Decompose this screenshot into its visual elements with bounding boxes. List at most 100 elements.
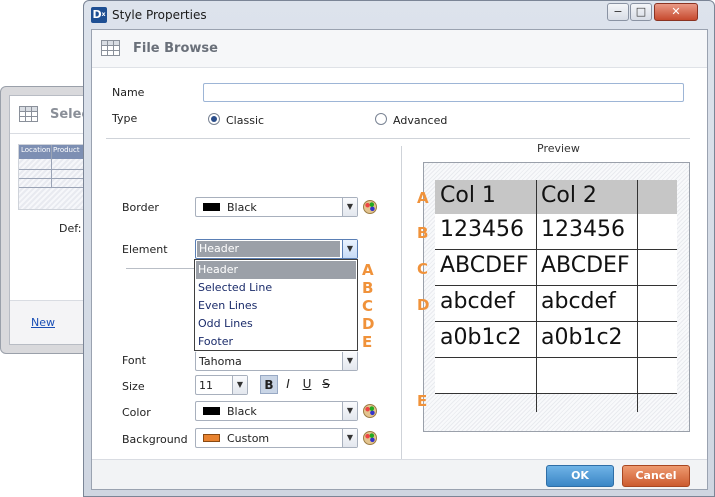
grid-icon (101, 40, 120, 56)
close-button[interactable]: ✕ (654, 3, 698, 21)
font-size-select[interactable]: 11 ▼ (195, 375, 248, 395)
size-label: Size (122, 380, 145, 393)
style-properties-dialog: Dx Style Properties − □ ✕ File Browse Na… (83, 0, 715, 497)
strikethrough-button[interactable]: S (317, 375, 335, 394)
background-preview-line (19, 169, 87, 170)
ok-button[interactable]: OK (546, 465, 614, 487)
background-window-footer: New (10, 300, 85, 344)
element-select-value: Header (197, 241, 340, 257)
preview-row (435, 358, 677, 394)
preview-title: Preview (537, 142, 580, 155)
preview-marker-d: D (417, 296, 430, 314)
advanced-radio-label[interactable]: Advanced (393, 114, 447, 127)
vertical-separator (401, 146, 402, 464)
background-preview: Location Product (18, 144, 88, 210)
background-label: Background (122, 433, 188, 446)
background-preview-line (19, 187, 87, 188)
preview-column-divider (637, 180, 638, 412)
preview-cell: Col 2 (541, 183, 597, 208)
preview-marker-e: E (417, 392, 428, 410)
dropdown-option-odd-lines[interactable]: Odd Lines (196, 315, 356, 333)
font-select-value: Tahoma (199, 355, 242, 368)
title-bar[interactable]: Dx Style Properties − □ ✕ (84, 1, 714, 29)
app-logo-icon: Dx (91, 7, 107, 23)
background-preview-divider (51, 145, 52, 187)
maximize-button[interactable]: □ (630, 3, 652, 21)
dropdown-option-header[interactable]: Header (196, 261, 356, 279)
advanced-radio[interactable] (375, 113, 387, 125)
underline-button[interactable]: U (298, 375, 316, 394)
header-title: File Browse (133, 41, 218, 56)
dialog-header: File Browse (92, 30, 707, 68)
text-color-value: Black (227, 405, 257, 418)
classic-radio[interactable] (208, 113, 220, 125)
italic-button[interactable]: I (279, 375, 297, 394)
background-def-text: Def: (59, 222, 82, 235)
marker-e: E (362, 333, 373, 351)
marker-a: A (362, 261, 374, 279)
border-color-swatch (203, 203, 220, 211)
preview-row: D abcdef abcdef (417, 286, 677, 322)
border-color-value: Black (227, 201, 257, 214)
app-logo-sub: x (101, 11, 106, 18)
background-color-swatch (203, 434, 220, 442)
color-label: Color (122, 406, 151, 419)
background-preview-col-location: Location (21, 146, 51, 154)
preview-cell: abcdef (541, 289, 616, 314)
preview-cell: ABCDEF (541, 253, 630, 278)
background-preview-line (19, 178, 87, 179)
palette-icon[interactable] (363, 404, 377, 418)
preview-marker-a: A (417, 189, 429, 207)
background-window-content: Selec Location Product Def: New (9, 95, 89, 345)
preview-cell: 123456 (440, 217, 524, 242)
type-label: Type (112, 112, 138, 125)
chevron-down-icon[interactable]: ▼ (342, 429, 357, 447)
marker-d: D (362, 315, 375, 333)
marker-c: C (362, 297, 374, 315)
preview-row: B 123456 123456 (417, 214, 677, 250)
preview-column-divider (536, 180, 537, 412)
preview-cell: a0b1c2 (440, 325, 522, 350)
chevron-down-icon[interactable]: ▼ (342, 240, 357, 258)
background-color-select[interactable]: Custom ▼ (195, 428, 358, 448)
dropdown-option-footer[interactable]: Footer (196, 333, 356, 351)
dialog-footer: OK Cancel (92, 459, 707, 489)
chevron-down-icon[interactable]: ▼ (232, 376, 247, 394)
chevron-down-icon[interactable]: ▼ (342, 402, 357, 420)
background-window: Selec Location Product Def: New (0, 86, 89, 354)
font-select[interactable]: Tahoma ▼ (195, 351, 358, 371)
palette-icon[interactable] (363, 200, 377, 214)
bold-button[interactable]: B (260, 375, 278, 394)
background-preview-col-product: Product (53, 146, 80, 154)
name-input[interactable] (203, 83, 684, 102)
marker-b: B (362, 279, 374, 297)
classic-radio-label[interactable]: Classic (226, 114, 264, 127)
preview-panel: A Col 1 Col 2 B 123456 123456 C ABCDEF A… (417, 162, 690, 432)
preview-footer-row: E (417, 392, 677, 412)
border-color-select[interactable]: Black ▼ (195, 197, 358, 217)
dropdown-option-selected-line[interactable]: Selected Line (196, 279, 356, 297)
minimize-button[interactable]: − (607, 3, 629, 21)
chevron-down-icon[interactable]: ▼ (342, 198, 357, 216)
preview-row: C ABCDEF ABCDEF (417, 250, 677, 286)
element-select[interactable]: Header ▼ (195, 239, 358, 259)
font-size-value: 11 (199, 379, 213, 392)
element-dropdown-list: Header Selected Line Even Lines Odd Line… (194, 259, 358, 351)
background-color-value: Custom (227, 432, 270, 445)
new-link[interactable]: New (31, 316, 55, 329)
grid-icon (19, 106, 38, 122)
preview-cell: a0b1c2 (541, 325, 623, 350)
element-label: Element (122, 243, 168, 256)
text-color-select[interactable]: Black ▼ (195, 401, 358, 421)
dropdown-option-even-lines[interactable]: Even Lines (196, 297, 356, 315)
font-label: Font (122, 354, 146, 367)
preview-cell: 123456 (541, 217, 625, 242)
palette-icon[interactable] (363, 431, 377, 445)
cancel-button[interactable]: Cancel (622, 465, 690, 487)
background-preview-header: Location Product (19, 145, 87, 159)
preview-row: a0b1c2 a0b1c2 (435, 322, 677, 358)
dialog-content: File Browse Name Type Classic Advanced B… (91, 29, 708, 490)
chevron-down-icon[interactable]: ▼ (342, 352, 357, 370)
preview-marker-b: B (417, 224, 429, 242)
preview-cell: Col 1 (440, 183, 496, 208)
